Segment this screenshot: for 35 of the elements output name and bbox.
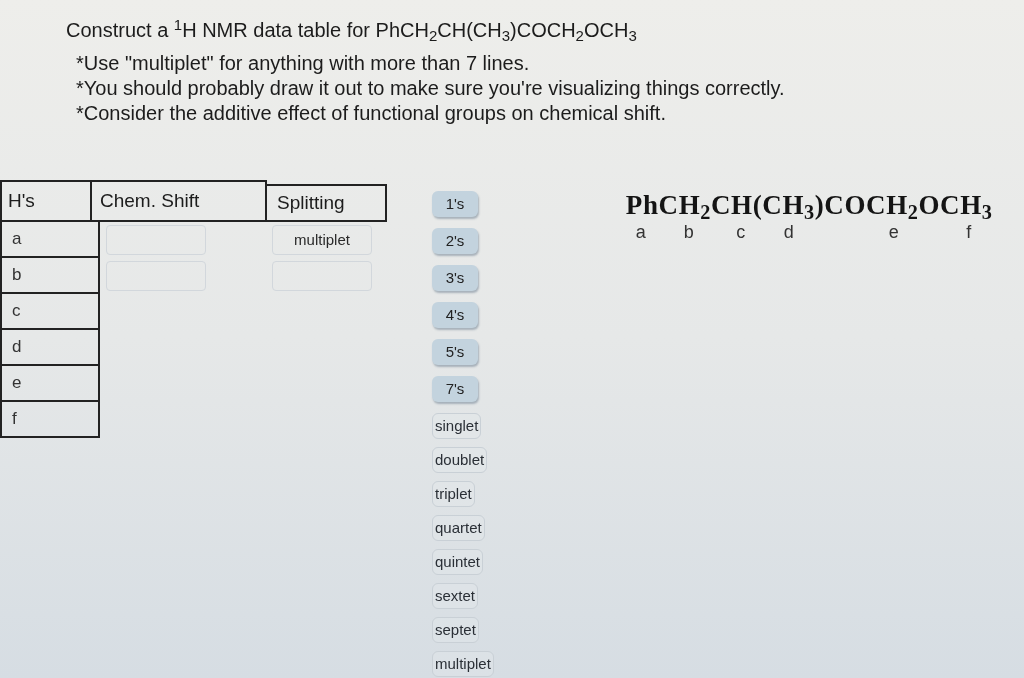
answer-tile[interactable]: 5's (432, 339, 478, 365)
position-label: b (682, 222, 695, 242)
answer-tile[interactable]: triplet (432, 481, 475, 507)
answer-tile[interactable]: 7's (432, 376, 478, 402)
answer-tile[interactable]: 2's (432, 228, 478, 254)
answer-tile[interactable]: doublet (432, 447, 488, 473)
column-header: H's (0, 180, 92, 222)
formula-text: PhCH$_{2}$CH(CH$_{3}$)COCH$_{2}$OCH$_{3}$ (625, 190, 993, 220)
question-title: Construct a $^{1}$H NMR data table for PhCH$_{2}$CH(CH$_{3}$)COCH$_{2}$OCH$_{3}$ (66, 18, 637, 42)
instruction-text: *Consider the additive effect of functional groups on chemical shift. (76, 101, 666, 126)
answer-tile[interactable]: quartet (432, 515, 485, 541)
position-label: e (887, 222, 900, 242)
row-label: b (0, 258, 100, 294)
row-label: d (0, 330, 100, 366)
answer-tile[interactable]: septet (432, 617, 479, 643)
instruction-text: *Use "multiplet" for anything with more than 7 lines. (76, 51, 530, 76)
position-label: c (735, 222, 747, 242)
drop-zone[interactable]: multiplet (272, 225, 372, 255)
column-header: Chem. Shift (92, 180, 267, 222)
answer-tile[interactable]: 3's (432, 265, 478, 291)
position-label: d (782, 222, 795, 242)
row-label: f (0, 402, 100, 438)
row-label: a (0, 222, 100, 258)
answer-tile[interactable]: sextet (432, 583, 479, 609)
answer-tile[interactable]: 1's (432, 191, 478, 217)
row-label: c (0, 294, 100, 330)
answer-tile[interactable]: 4's (432, 302, 478, 328)
position-label: a (634, 222, 647, 242)
answer-tile[interactable]: quintet (432, 549, 484, 575)
position-label: f (965, 222, 973, 242)
answer-tile[interactable]: singlet (432, 413, 482, 439)
answer-tile[interactable]: multiplet (432, 651, 494, 677)
instruction-text: *You should probably draw it out to make sure you're visualizing things correctly. (76, 76, 785, 101)
column-header: Splitting (267, 184, 387, 222)
row-label: e (0, 366, 100, 402)
